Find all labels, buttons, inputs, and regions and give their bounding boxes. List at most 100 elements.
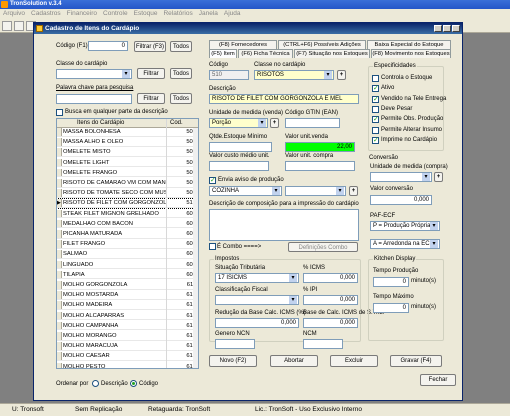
valor-conversao-input[interactable]: 0,000: [370, 195, 432, 205]
qtde-estoque-input[interactable]: [209, 142, 272, 152]
close-button[interactable]: [452, 25, 460, 32]
todos-button-3[interactable]: Todos: [170, 93, 192, 104]
add-aviso-button[interactable]: +: [349, 186, 358, 196]
paf-producao-select[interactable]: P = Produção Própria: [370, 221, 440, 231]
tab-situacao-estoques[interactable]: (F7) Situação nos Estoques: [294, 49, 370, 58]
menu-controle[interactable]: Controle: [100, 9, 131, 19]
ipi-input[interactable]: 0,000: [303, 295, 358, 305]
unidade-compra-select[interactable]: [370, 172, 432, 182]
excluir-button[interactable]: Excluir: [330, 355, 378, 367]
grid-header-cod[interactable]: Cod.: [170, 119, 183, 128]
table-row[interactable]: STEAK FILET MIGNON GRELHADO 601: [57, 209, 198, 219]
palavra-chave-input[interactable]: [56, 94, 132, 104]
tab-ficha-tecnica[interactable]: (F6) Ficha Técnica: [238, 49, 293, 58]
menu-relatorios[interactable]: Relatórios: [160, 9, 195, 19]
table-row[interactable]: LINGUADO 606: [57, 260, 198, 270]
tempo-maximo-input[interactable]: 0: [373, 303, 409, 313]
table-row[interactable]: MASSA ALHO E OLEO 504: [57, 138, 198, 147]
menu-financeiro[interactable]: Financeiro: [64, 9, 100, 19]
table-row[interactable]: MOLHO MADEIRA 613: [57, 301, 198, 310]
base-st-input[interactable]: 0,000: [303, 318, 358, 328]
busca-qualquer-parte-checkbox[interactable]: [56, 109, 63, 116]
icms-input[interactable]: 0,000: [303, 273, 358, 283]
tab-item[interactable]: (F5) Item: [209, 49, 237, 58]
abortar-button[interactable]: Abortar: [270, 355, 318, 367]
tempo-producao-input[interactable]: 0: [373, 277, 409, 287]
ordenar-descricao-radio[interactable]: [92, 380, 99, 387]
table-row[interactable]: MOLHO MOSTARDA 612: [57, 291, 198, 300]
minimize-button[interactable]: [434, 25, 442, 32]
add-unidade-compra-button[interactable]: +: [434, 172, 443, 182]
composicao-textarea[interactable]: [209, 209, 359, 241]
tab-movimento-estoques[interactable]: (F8) Movimento nos Estoques: [371, 49, 451, 58]
table-row[interactable]: RISOTO DE TOMATE SECO COM MUSSARE 509: [57, 189, 198, 198]
todos-button-2[interactable]: Todos: [170, 68, 192, 79]
especificidade-checkbox[interactable]: [372, 136, 379, 144]
filtrar-button-2[interactable]: Filtrar: [137, 93, 165, 104]
especificidade-checkbox[interactable]: [372, 115, 379, 124]
grid-header-itens[interactable]: Itens do Cardápio: [77, 119, 124, 128]
situacao-tributaria-select[interactable]: 17 ISICMS: [215, 273, 299, 283]
codigo-f1-input[interactable]: 0: [88, 41, 128, 51]
table-row[interactable]: PICANHA MATURADA 603: [57, 230, 198, 239]
table-row[interactable]: MOLHO CAMPANHA 615: [57, 321, 198, 331]
especificidade-checkbox[interactable]: [372, 126, 379, 134]
table-row[interactable]: MOLHO PESTO 619: [57, 362, 198, 368]
table-row[interactable]: ▶RISOTO DE FILET COM GORGONZOLA E MI 510: [57, 198, 198, 209]
classificacao-fiscal-select[interactable]: [215, 295, 299, 305]
table-row[interactable]: OMELETE FRANGO 507: [57, 168, 198, 178]
envia-aviso-secondary-select[interactable]: [285, 186, 346, 196]
item-codigo-input[interactable]: 510: [209, 70, 249, 80]
menu-ajuda[interactable]: Ajuda: [221, 9, 244, 19]
filtrar-button-1[interactable]: Filtrar: [137, 68, 165, 79]
todos-button-1[interactable]: Todos: [170, 41, 192, 52]
especificidade-checkbox[interactable]: [372, 84, 379, 93]
especificidade-checkbox[interactable]: [372, 75, 379, 82]
table-row[interactable]: FILET FRANGO 604: [57, 240, 198, 249]
unidade-venda-select[interactable]: Porção: [209, 118, 268, 128]
ncm-input[interactable]: [303, 339, 343, 349]
table-row[interactable]: RISOTO DE CAMARAO VM COM MANGA 508: [57, 179, 198, 188]
item-classe-select[interactable]: RISOTOS: [254, 70, 334, 80]
table-row[interactable]: MOLHO MORANGO 616: [57, 332, 198, 341]
item-descricao-input[interactable]: RISOTO DE FILET COM GORGONZOLA E MEL: [209, 94, 359, 104]
tab-baixa-especial[interactable]: Baixa Especial do Estoque: [367, 40, 451, 49]
add-classe-button[interactable]: +: [337, 70, 346, 80]
table-row[interactable]: MOLHO CAESAR 618: [57, 352, 198, 361]
definicoes-combo-button[interactable]: Definições Combo: [288, 242, 358, 252]
menu-arquivo[interactable]: Arquivo: [0, 9, 28, 19]
envia-aviso-select[interactable]: COZINHA: [209, 186, 282, 196]
valor-compra-input[interactable]: [285, 161, 355, 171]
novo-button[interactable]: Novo (F2): [209, 355, 257, 367]
table-row[interactable]: MASSA BOLONHESA 503: [57, 128, 198, 137]
especificidade-checkbox[interactable]: [372, 95, 379, 103]
table-row[interactable]: MOLHO GORGONZOLA 611: [57, 281, 198, 290]
itens-grid[interactable]: Itens do Cardápio Cod. MASSA BOLONHESA 50…: [56, 118, 199, 369]
menu-estoque[interactable]: Estoque: [131, 9, 161, 19]
toolbar-button-1[interactable]: [2, 21, 12, 31]
tab-possiveis-adicoes[interactable]: (CTRL+F6) Possíveis Adições: [278, 40, 366, 49]
ordenar-codigo-radio[interactable]: [130, 380, 137, 387]
classe-cardapio-select[interactable]: [56, 69, 132, 79]
table-row[interactable]: OMELETE MISTO 505: [57, 148, 198, 157]
gtin-input[interactable]: [285, 118, 340, 128]
table-row[interactable]: MOLHO MARACUJA 617: [57, 342, 198, 351]
especificidade-checkbox[interactable]: [372, 105, 379, 113]
grid-vertical-scrollbar[interactable]: [193, 128, 198, 368]
table-row[interactable]: OMELETE LIGHT 506: [57, 158, 198, 168]
table-row[interactable]: SALMAO 605: [57, 250, 198, 259]
table-row[interactable]: MEDALHAO COM BACON 602: [57, 219, 198, 229]
add-unidade-button[interactable]: +: [270, 118, 279, 128]
genero-ncm-input[interactable]: [215, 339, 255, 349]
tab-fornecedores[interactable]: (F8) Fornecedores: [209, 40, 277, 49]
menu-janela[interactable]: Janela: [196, 9, 221, 19]
reducao-base-input[interactable]: 0,000: [215, 318, 299, 328]
fechar-button[interactable]: Fechar: [420, 374, 456, 386]
e-combo-checkbox[interactable]: [209, 243, 216, 250]
menu-cadastros[interactable]: Cadastros: [28, 9, 64, 19]
toolbar-button-2[interactable]: [14, 21, 24, 31]
custo-medio-input[interactable]: [209, 161, 269, 171]
table-row[interactable]: MOLHO ALCAPARRAS 614: [57, 311, 198, 321]
filtrar-f3-button[interactable]: Filtrar (F3): [134, 41, 166, 52]
gravar-button[interactable]: Gravar (F4): [390, 355, 442, 367]
